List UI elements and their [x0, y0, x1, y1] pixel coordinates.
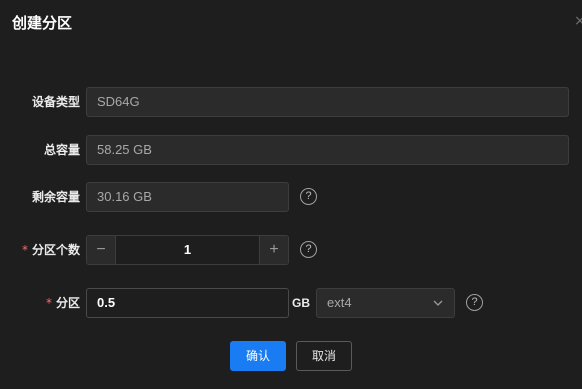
decrement-button[interactable]: − [87, 236, 116, 264]
chevron-down-icon [433, 300, 443, 306]
confirm-button[interactable]: 确认 [230, 341, 286, 371]
required-mark: * [45, 296, 52, 310]
filesystem-select-value: ext4 [327, 295, 352, 310]
filesystem-select[interactable]: ext4 [316, 288, 455, 318]
increment-button[interactable]: + [259, 236, 288, 264]
remaining-capacity-field: 30.16 GB [86, 182, 289, 212]
partition-size-input[interactable]: 0.5 [86, 288, 289, 318]
required-mark: * [21, 243, 28, 257]
remaining-capacity-label: 剩余容量 [31, 190, 80, 204]
partition-help-icon[interactable]: ? [466, 294, 483, 311]
remaining-capacity-row: 剩余容量 30.16 GB ? [0, 182, 582, 212]
device-type-row: 设备类型 SD64G [0, 87, 582, 117]
create-partition-dialog: 创建分区 × 设备类型 SD64G 总容量 58.25 GB 剩余容量 30.1… [0, 0, 582, 389]
partition-label-text: 分区 [55, 296, 80, 310]
partition-count-help-icon[interactable]: ? [300, 241, 317, 258]
device-type-field: SD64G [86, 87, 569, 117]
total-capacity-label: 总容量 [43, 143, 80, 157]
partition-count-row: * 分区个数 − 1 + ? [0, 235, 582, 265]
device-type-label: 设备类型 [31, 95, 80, 109]
partition-count-label-text: 分区个数 [31, 243, 80, 257]
total-capacity-row: 总容量 58.25 GB [0, 135, 582, 165]
partition-label: * 分区 [46, 288, 80, 318]
partition-unit-label: GB [292, 296, 310, 310]
partition-count-stepper: − 1 + [86, 235, 289, 265]
partition-count-input[interactable]: 1 [116, 236, 259, 264]
dialog-title: 创建分区 [12, 14, 73, 32]
partition-count-label: * 分区个数 [22, 235, 80, 265]
cancel-button[interactable]: 取消 [296, 341, 352, 371]
remaining-capacity-help-icon[interactable]: ? [300, 188, 317, 205]
total-capacity-field: 58.25 GB [86, 135, 569, 165]
close-icon[interactable]: × [574, 12, 582, 30]
partition-row: * 分区 0.5 GB ext4 ? [0, 288, 582, 318]
